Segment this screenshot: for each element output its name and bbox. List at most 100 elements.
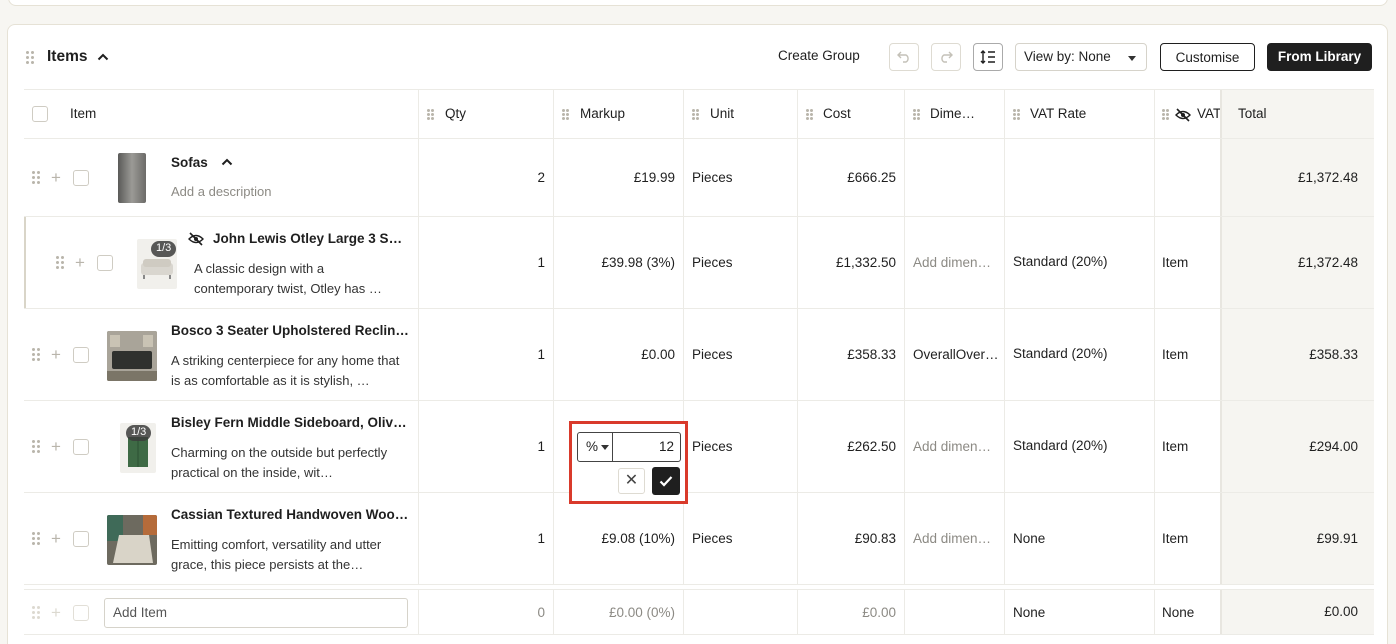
vat-rate-value[interactable]: Standard (20%) [1013, 438, 1108, 453]
cost-value[interactable]: £666.25 [847, 170, 896, 185]
select-all-checkbox[interactable] [32, 106, 48, 122]
column-drag-icon[interactable] [806, 109, 814, 121]
col-vat-rate[interactable]: VAT Rate [1005, 90, 1155, 138]
qty-value[interactable]: 0 [537, 605, 545, 620]
markup-value[interactable]: £0.00 [641, 347, 675, 362]
row-drag-icon[interactable] [56, 256, 66, 270]
table-row[interactable]: + Cassian Textured Handwoven Wool … Emit… [24, 493, 1374, 585]
col-cost[interactable]: Cost [798, 90, 905, 138]
cost-value[interactable]: £262.50 [847, 439, 896, 454]
group-description-placeholder[interactable]: Add a description [171, 182, 401, 202]
row-checkbox[interactable] [73, 170, 89, 186]
dimensions-value[interactable]: OverallOver… [913, 347, 999, 362]
redo-button[interactable] [931, 43, 961, 71]
eye-off-icon[interactable] [1175, 108, 1191, 122]
from-library-button[interactable]: From Library [1267, 43, 1372, 71]
markup-input[interactable]: % 12 [577, 432, 681, 462]
col-qty[interactable]: Qty [419, 90, 554, 138]
add-item-input[interactable]: Add Item [104, 598, 408, 628]
add-row-icon[interactable]: + [51, 169, 61, 186]
create-group-button[interactable]: Create Group [778, 48, 860, 63]
item-name[interactable]: Bosco 3 Seater Upholstered Reclini… [171, 323, 409, 338]
vat-rate-value[interactable]: Standard (20%) [1013, 346, 1108, 361]
markup-mode-dropdown[interactable]: % [578, 433, 613, 461]
vat-value[interactable]: None [1162, 605, 1194, 620]
vat-value[interactable]: Item [1162, 255, 1188, 270]
qty-value[interactable]: 1 [537, 531, 545, 546]
unit-value[interactable]: Pieces [692, 531, 733, 546]
col-markup[interactable]: Markup [554, 90, 684, 138]
item-name[interactable]: Bisley Fern Middle Sideboard, Olive … [171, 415, 409, 430]
cost-value[interactable]: £358.33 [847, 347, 896, 362]
item-description[interactable]: Charming on the outside but perfectly pr… [171, 443, 409, 483]
table-row[interactable]: + 1/3 Bisley Fern Middle Sideboard, Oliv… [24, 401, 1374, 493]
markup-value[interactable]: £0.00 (0%) [609, 605, 675, 620]
add-row-icon[interactable]: + [51, 346, 61, 363]
chevron-up-icon[interactable] [221, 158, 233, 166]
col-cost-label: Cost [823, 106, 851, 121]
view-by-dropdown[interactable]: View by: None [1015, 43, 1147, 71]
qty-value[interactable]: 2 [537, 170, 545, 185]
col-dimensions[interactable]: Dime… [905, 90, 1005, 138]
column-drag-icon[interactable] [1162, 109, 1170, 121]
vat-rate-value[interactable]: Standard (20%) [1013, 254, 1108, 269]
qty-value[interactable]: 1 [537, 255, 545, 270]
item-name[interactable]: Cassian Textured Handwoven Wool … [171, 507, 409, 522]
column-drag-icon[interactable] [692, 109, 700, 121]
markup-value[interactable]: £9.08 (10%) [601, 531, 675, 546]
confirm-button[interactable] [652, 467, 680, 495]
qty-value[interactable]: 1 [537, 439, 545, 454]
item-description[interactable]: A striking centerpiece for any home that… [171, 351, 409, 391]
unit-value[interactable]: Pieces [692, 170, 733, 185]
customise-button[interactable]: Customise [1160, 43, 1255, 71]
row-drag-icon[interactable] [32, 440, 42, 454]
item-name[interactable]: John Lewis Otley Large 3 Se… [213, 231, 409, 246]
cancel-button[interactable]: ✕ [618, 468, 645, 494]
unit-value[interactable]: Pieces [692, 347, 733, 362]
col-unit[interactable]: Unit [684, 90, 798, 138]
row-checkbox[interactable] [73, 347, 89, 363]
line-spacing-icon [980, 50, 995, 64]
column-drag-icon[interactable] [427, 109, 435, 121]
vat-rate-value[interactable]: None [1013, 531, 1045, 546]
vat-rate-value[interactable]: None [1013, 605, 1045, 620]
table-row[interactable]: + Bosco 3 Seater Upholstered Reclini… A … [24, 309, 1374, 401]
cost-value[interactable]: £0.00 [862, 605, 896, 620]
item-description[interactable]: A classic design with a contemporary twi… [194, 259, 406, 299]
vat-value[interactable]: Item [1162, 531, 1188, 546]
cost-value[interactable]: £1,332.50 [836, 255, 896, 270]
add-row-icon[interactable]: + [75, 254, 85, 271]
vat-value[interactable]: Item [1162, 347, 1188, 362]
unit-value[interactable]: Pieces [692, 255, 733, 270]
row-checkbox[interactable] [73, 531, 89, 547]
add-row-icon[interactable]: + [51, 438, 61, 455]
column-drag-icon[interactable] [1013, 109, 1021, 121]
row-checkbox[interactable] [97, 255, 113, 271]
markup-input-value[interactable]: 12 [659, 439, 674, 454]
undo-button[interactable] [889, 43, 919, 71]
table-row-group[interactable]: + Sofas Add a description 2 £19.99 Piece… [24, 139, 1374, 217]
row-drag-icon[interactable] [32, 532, 42, 546]
table-row[interactable]: + 1/3 John Lewis Otley Large 3 Se… A cla… [24, 217, 1374, 309]
row-drag-icon[interactable] [32, 171, 42, 185]
row-checkbox[interactable] [73, 439, 89, 455]
item-description[interactable]: Emitting comfort, versatility and utter … [171, 535, 409, 575]
markup-value[interactable]: £19.99 [634, 170, 675, 185]
add-row-icon[interactable]: + [51, 530, 61, 547]
dimensions-value[interactable]: Add dimen… [913, 439, 999, 454]
chevron-up-icon[interactable] [97, 53, 109, 61]
drag-handle-icon[interactable] [26, 51, 36, 65]
column-drag-icon[interactable] [562, 109, 570, 121]
cost-value[interactable]: £90.83 [855, 531, 896, 546]
qty-value[interactable]: 1 [537, 347, 545, 362]
dimensions-value[interactable]: Add dimen… [913, 255, 999, 270]
unit-value[interactable]: Pieces [692, 439, 733, 454]
eye-off-icon[interactable] [188, 232, 204, 246]
column-drag-icon[interactable] [913, 109, 921, 121]
col-vat[interactable]: VAT [1155, 90, 1221, 138]
dimensions-value[interactable]: Add dimen… [913, 531, 999, 546]
vat-value[interactable]: Item [1162, 439, 1188, 454]
row-height-button[interactable] [973, 43, 1003, 71]
row-drag-icon[interactable] [32, 348, 42, 362]
markup-value[interactable]: £39.98 (3%) [601, 255, 675, 270]
